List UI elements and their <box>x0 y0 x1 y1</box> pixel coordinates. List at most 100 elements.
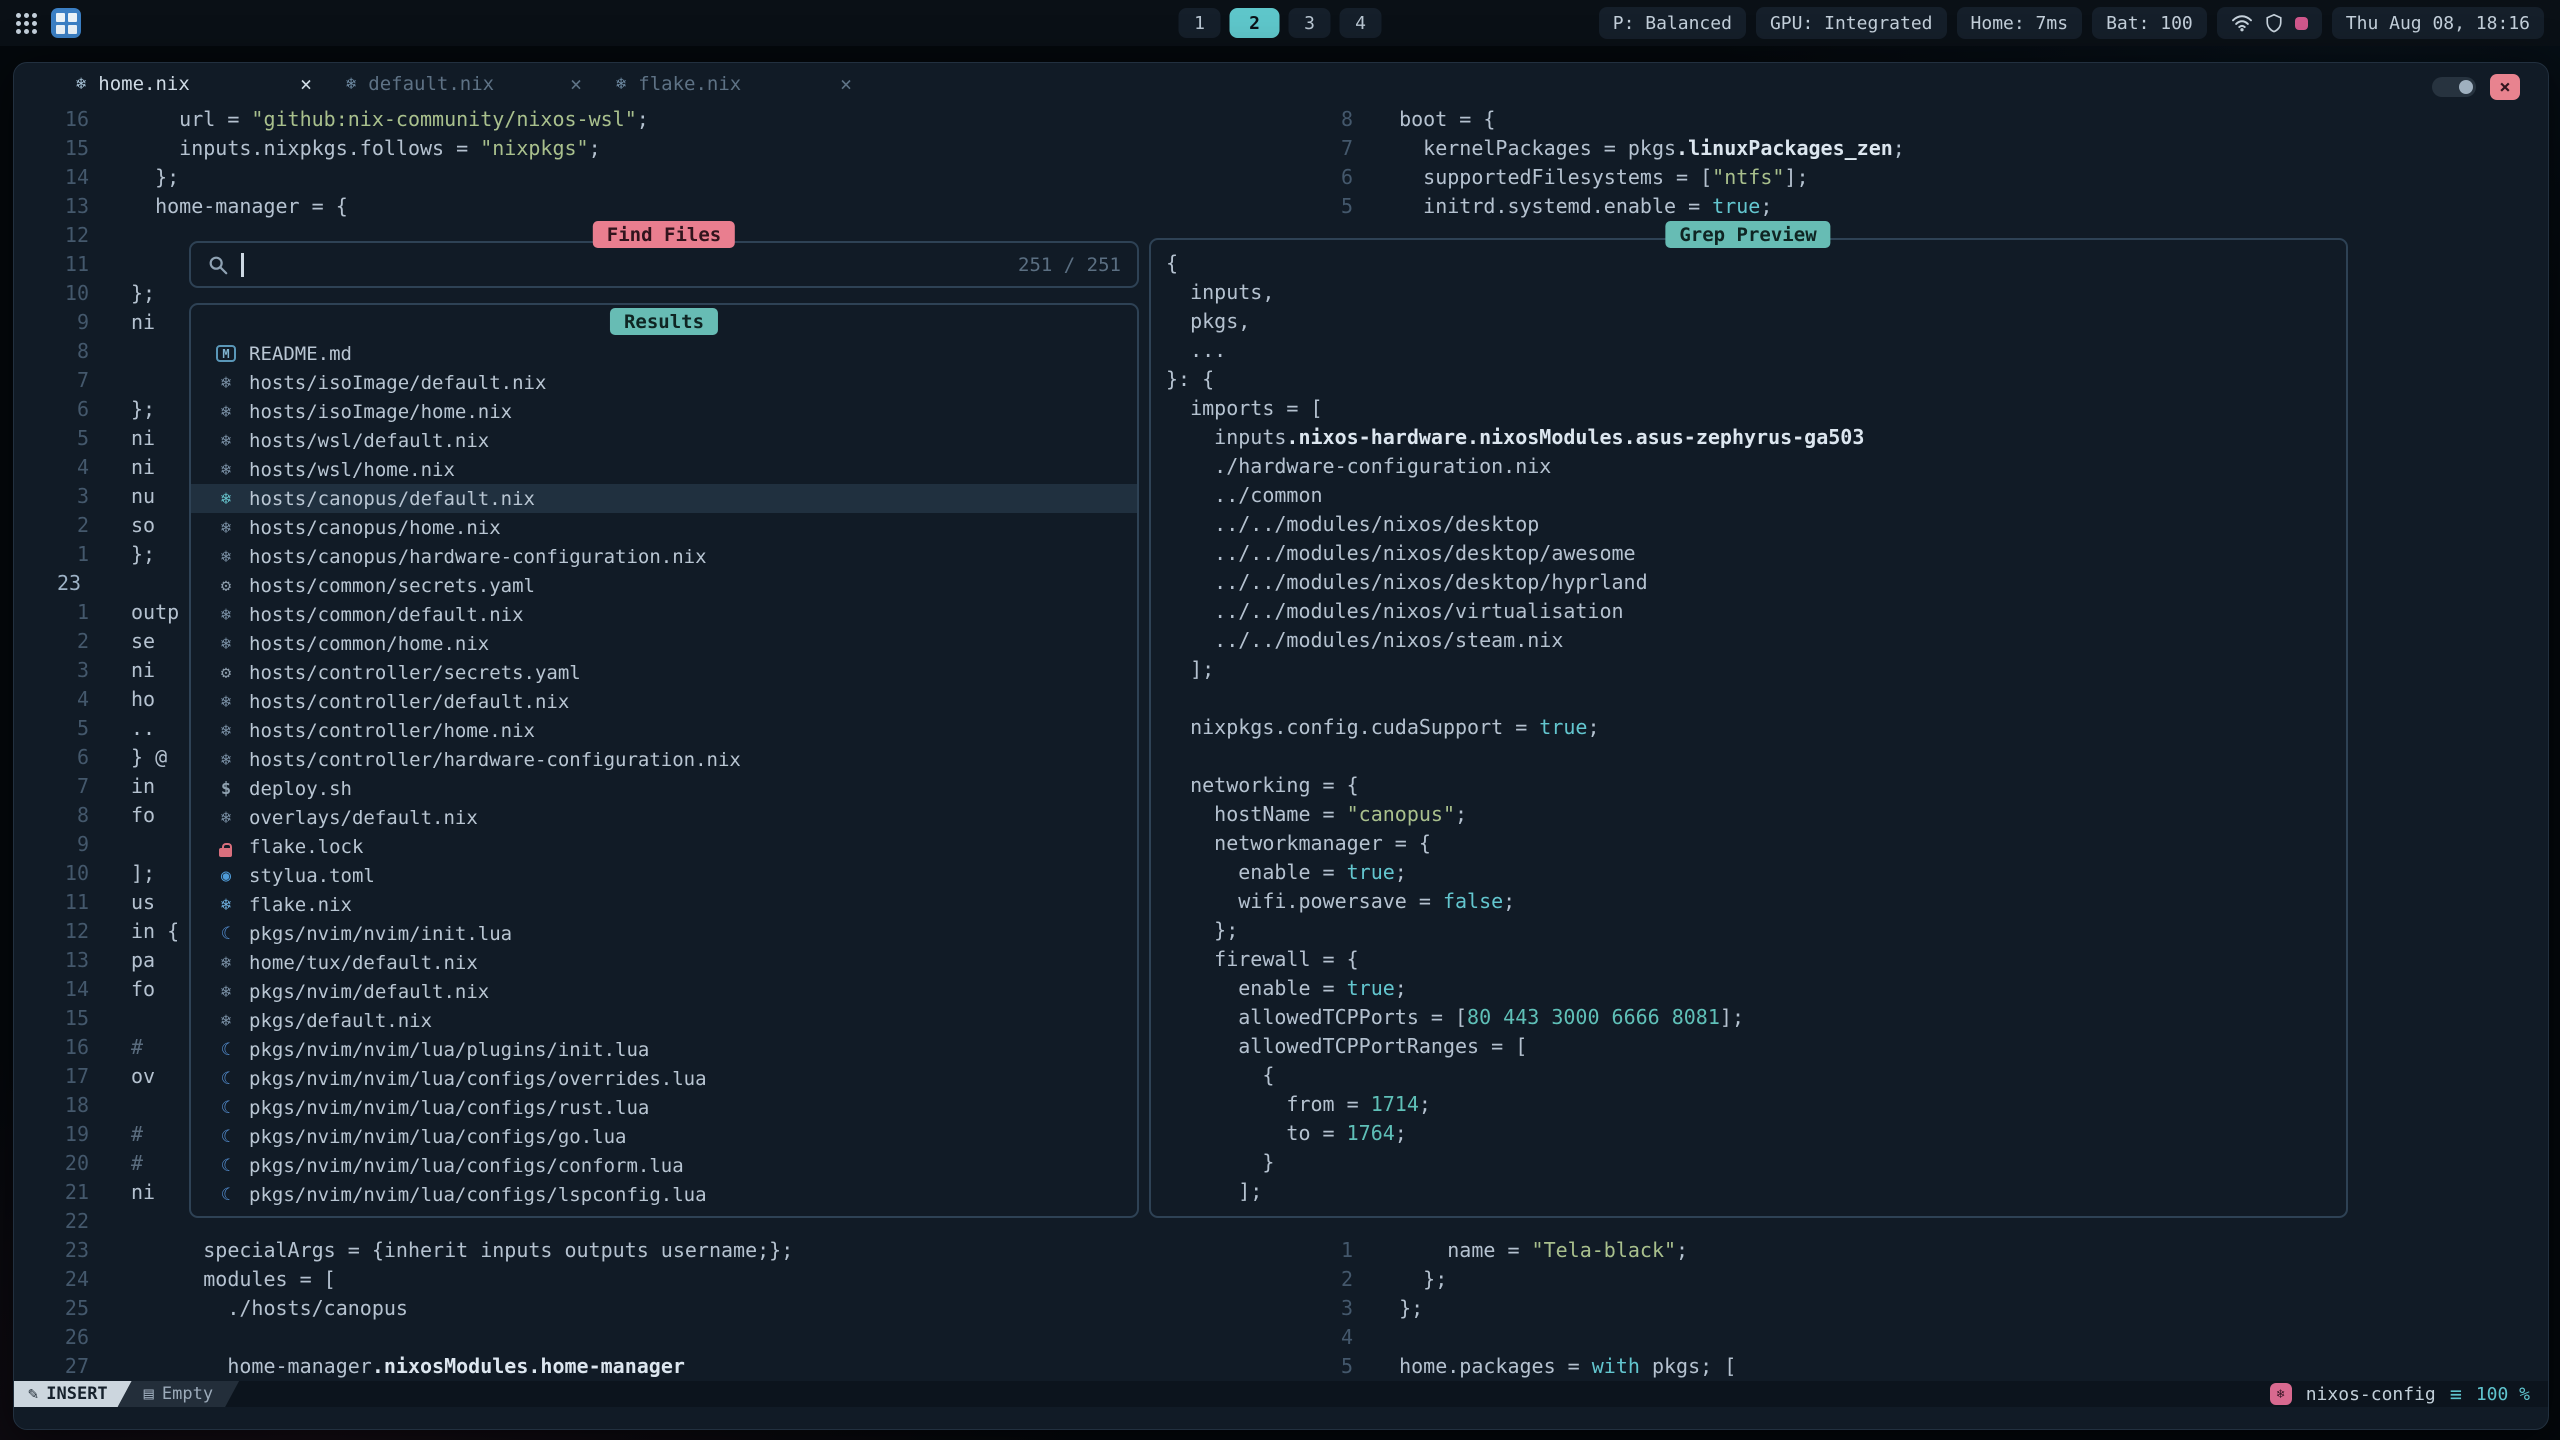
tab-home.nix[interactable]: ❄home.nix× <box>76 72 312 96</box>
result-item[interactable]: flake.lock <box>191 832 1137 861</box>
preview-line: nixpkgs.config.cudaSupport = true; <box>1166 713 1864 742</box>
line-number: 14 <box>41 975 89 1004</box>
file-name: hosts/common/home.nix <box>249 633 489 655</box>
line-number: 15 <box>41 134 89 163</box>
tab-default.nix[interactable]: ❄default.nix× <box>346 72 582 96</box>
code-text: }; <box>1375 1294 1423 1323</box>
code-line[interactable]: 15 inputs.nixpkgs.follows = "nixpkgs"; <box>41 134 793 163</box>
finder-results-box: MREADME.md❄hosts/isoImage/default.nix❄ho… <box>189 303 1139 1218</box>
preview-line: } <box>1166 1148 1864 1177</box>
code-text: in { <box>131 917 179 946</box>
result-item[interactable]: ❄hosts/isoImage/home.nix <box>191 397 1137 426</box>
nix-icon: ❄ <box>213 431 239 451</box>
app-launcher-icon[interactable] <box>16 13 37 34</box>
result-item[interactable]: ❄hosts/wsl/home.nix <box>191 455 1137 484</box>
result-item[interactable]: ❄overlays/default.nix <box>191 803 1137 832</box>
preview-line: ../../modules/nixos/desktop/awesome <box>1166 539 1864 568</box>
code-line[interactable]: 25 ./hosts/canopus <box>41 1294 793 1323</box>
code-text: fo <box>131 975 155 1004</box>
tab-flake.nix[interactable]: ❄flake.nix× <box>616 72 852 96</box>
app-logo-icon[interactable] <box>51 8 81 38</box>
code-line[interactable]: 23 specialArgs = {inherit inputs outputs… <box>41 1236 793 1265</box>
result-item[interactable]: $deploy.sh <box>191 774 1137 803</box>
code-line[interactable]: 13 home-manager = { <box>41 192 793 221</box>
code-line[interactable]: 24 modules = [ <box>41 1265 793 1294</box>
code-line[interactable]: 27 home-manager.nixosModules.home-manage… <box>41 1352 793 1381</box>
preview-line: ../common <box>1166 481 1864 510</box>
window-close-button[interactable]: × <box>2490 74 2520 100</box>
code-line[interactable]: 2 }; <box>1301 1265 1736 1294</box>
line-number: 18 <box>41 1091 89 1120</box>
code-text: }; <box>131 279 155 308</box>
finder-search-box[interactable]: 251 / 251 <box>189 241 1139 288</box>
line-number: 5 <box>41 714 89 743</box>
result-item[interactable]: ☾pkgs/nvim/nvim/lua/configs/overrides.lu… <box>191 1064 1137 1093</box>
result-item[interactable]: ☾pkgs/nvim/nvim/lua/configs/go.lua <box>191 1122 1137 1151</box>
code-line[interactable]: 5 initrd.systemd.enable = true; <box>1301 192 1905 221</box>
code-line[interactable]: 1 name = "Tela-black"; <box>1301 1236 1736 1265</box>
code-line[interactable]: 26 <box>41 1323 793 1352</box>
workspace-button-3[interactable]: 3 <box>1289 8 1331 38</box>
color-indicator-icon <box>2295 17 2308 30</box>
result-item[interactable]: ❄hosts/controller/hardware-configuration… <box>191 745 1137 774</box>
result-item[interactable]: ❄hosts/controller/home.nix <box>191 716 1137 745</box>
code-text: se <box>131 627 155 656</box>
result-item[interactable]: ❄home/tux/default.nix <box>191 948 1137 977</box>
result-item[interactable]: ☾pkgs/nvim/nvim/lua/configs/lspconfig.lu… <box>191 1180 1137 1209</box>
result-item[interactable]: ☾pkgs/nvim/nvim/lua/configs/conform.lua <box>191 1151 1137 1180</box>
code-line[interactable]: 14 }; <box>41 163 793 192</box>
result-item[interactable]: ◉stylua.toml <box>191 861 1137 890</box>
result-item[interactable]: ❄pkgs/nvim/default.nix <box>191 977 1137 1006</box>
wifi-icon <box>2231 14 2253 32</box>
file-name: pkgs/nvim/nvim/lua/configs/rust.lua <box>249 1097 649 1119</box>
result-item[interactable]: ❄hosts/wsl/default.nix <box>191 426 1137 455</box>
result-item[interactable]: ❄hosts/common/default.nix <box>191 600 1137 629</box>
code-line[interactable]: 6 supportedFilesystems = ["ntfs"]; <box>1301 163 1905 192</box>
preview-line: firewall = { <box>1166 945 1864 974</box>
code-text <box>131 221 143 250</box>
code-line[interactable]: 7 kernelPackages = pkgs.linuxPackages_ze… <box>1301 134 1905 163</box>
code-line[interactable]: 3 }; <box>1301 1294 1736 1323</box>
workspace-button-2[interactable]: 2 <box>1230 8 1280 38</box>
result-item[interactable]: ⚙hosts/controller/secrets.yaml <box>191 658 1137 687</box>
result-item[interactable]: ☾pkgs/nvim/nvim/init.lua <box>191 919 1137 948</box>
shell-icon: $ <box>213 779 239 799</box>
code-line[interactable]: 8 boot = { <box>1301 105 1905 134</box>
code-text: ni <box>131 453 155 482</box>
code-text: pa <box>131 946 155 975</box>
tray-icons-chip[interactable] <box>2217 7 2322 39</box>
code-text <box>131 366 143 395</box>
result-item[interactable]: ❄pkgs/default.nix <box>191 1006 1137 1035</box>
clock: Thu Aug 08, 18:16 <box>2346 13 2530 34</box>
result-item[interactable]: ❄hosts/canopus/hardware-configuration.ni… <box>191 542 1137 571</box>
result-item[interactable]: ⚙hosts/common/secrets.yaml <box>191 571 1137 600</box>
code-line[interactable]: 5 home.packages = with pkgs; [ <box>1301 1352 1736 1381</box>
right-editor-pane-bottom[interactable]: 1 name = "Tela-black";2 };3 };4 5 home.p… <box>1301 1236 1736 1381</box>
result-item[interactable]: ☾pkgs/nvim/nvim/lua/plugins/init.lua <box>191 1035 1137 1064</box>
result-item[interactable]: ❄hosts/isoImage/default.nix <box>191 368 1137 397</box>
preview-line <box>1166 742 1864 771</box>
toggle-switch[interactable] <box>2432 77 2476 97</box>
code-text: name = "Tela-black"; <box>1375 1236 1688 1265</box>
code-text: # <box>131 1033 143 1062</box>
workspace-button-4[interactable]: 4 <box>1340 8 1382 38</box>
close-icon[interactable]: × <box>300 72 312 96</box>
result-item[interactable]: ☾pkgs/nvim/nvim/lua/configs/rust.lua <box>191 1093 1137 1122</box>
finder-title-badge: Find Files <box>593 221 735 248</box>
close-icon[interactable]: × <box>570 72 582 96</box>
preview-line: allowedTCPPorts = [80 443 3000 6666 8081… <box>1166 1003 1864 1032</box>
code-line[interactable]: 16 url = "github:nix-community/nixos-wsl… <box>41 105 793 134</box>
result-item[interactable]: ❄flake.nix <box>191 890 1137 919</box>
status-chip: GPU: Integrated <box>1756 7 1947 39</box>
result-item[interactable]: MREADME.md <box>191 339 1137 368</box>
result-item[interactable]: ❄hosts/controller/default.nix <box>191 687 1137 716</box>
workspace-button-1[interactable]: 1 <box>1179 8 1221 38</box>
result-item[interactable]: ❄hosts/canopus/default.nix <box>191 484 1137 513</box>
nix-icon: ❄ <box>213 518 239 538</box>
right-editor-pane-top[interactable]: 8 boot = {7 kernelPackages = pkgs.linuxP… <box>1301 105 1905 221</box>
result-item[interactable]: ❄hosts/common/home.nix <box>191 629 1137 658</box>
close-icon[interactable]: × <box>840 72 852 96</box>
result-item[interactable]: ❄hosts/canopus/home.nix <box>191 513 1137 542</box>
code-line[interactable]: 4 <box>1301 1323 1736 1352</box>
nix-icon: ❄ <box>213 982 239 1002</box>
